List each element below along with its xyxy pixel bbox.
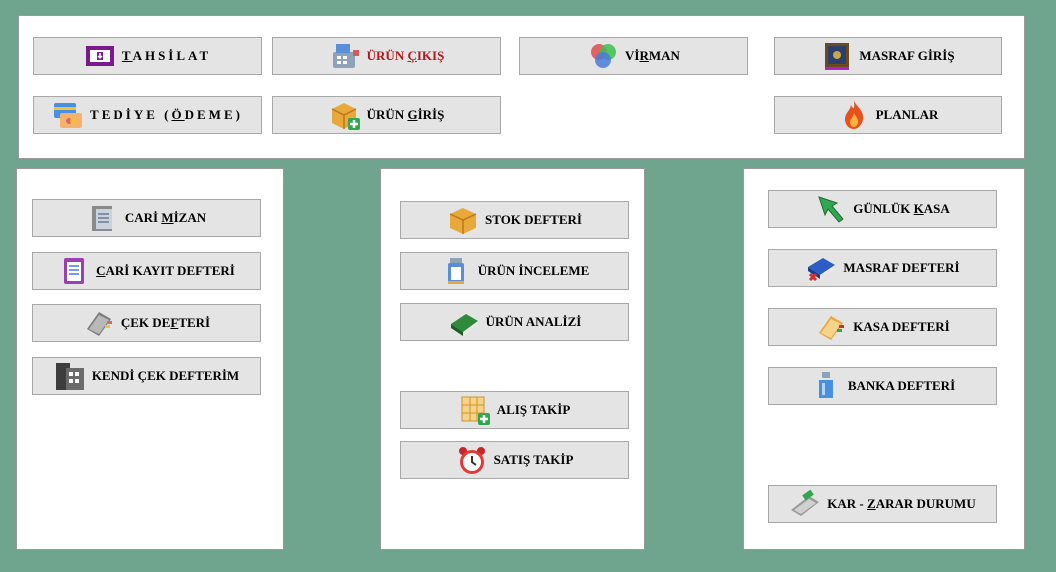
masraf-giris-button[interactable]: MASRAF GİRİŞ bbox=[774, 37, 1002, 75]
register-dark-icon bbox=[54, 360, 86, 392]
masraf-defteri-button[interactable]: MASRAF DEFTERİ bbox=[768, 249, 997, 287]
masraf-defteri-label: MASRAF DEFTERİ bbox=[843, 260, 960, 275]
cari-kayit-defteri-label: CARİ KAYIT DEFTERİ bbox=[96, 263, 235, 278]
urun-analizi-label: ÜRÜN ANALİZİ bbox=[485, 314, 582, 329]
alarm-clock-icon bbox=[456, 444, 488, 476]
cards-icon bbox=[52, 99, 84, 131]
book-blue-icon bbox=[805, 252, 837, 284]
urun-inceleme-button[interactable]: ÜRÜN İNCELEME bbox=[400, 252, 629, 290]
urun-analizi-button[interactable]: ÜRÜN ANALİZİ bbox=[400, 303, 629, 341]
box-icon bbox=[447, 204, 479, 236]
stok-defteri-button[interactable]: STOK DEFTERİ bbox=[400, 201, 629, 239]
virman-label: VİRMAN bbox=[625, 48, 680, 63]
ledger-gray-icon bbox=[87, 202, 119, 234]
kasa-defteri-button[interactable]: KASA DEFTERİ bbox=[768, 308, 997, 346]
urun-giris-label: ÜRÜN GİRİŞ bbox=[366, 107, 445, 122]
planlar-label: PLANLAR bbox=[875, 107, 939, 122]
kendi-cek-defterim-label: KENDİ ÇEK DEFTERİM bbox=[91, 368, 240, 383]
satis-takip-button[interactable]: SATIŞ TAKİP bbox=[400, 441, 629, 479]
tediye-label: TEDİYE (ÖDEME) bbox=[90, 107, 243, 122]
kar-zarar-durumu-button[interactable]: KAR - ZARAR DURUMU bbox=[768, 485, 997, 523]
right-menu-panel: GÜNLÜK KASA MASRAF DEFTERİ KASA DEFTERİ … bbox=[743, 168, 1025, 550]
middle-menu-panel: STOK DEFTERİ ÜRÜN İNCELEME ÜRÜN ANALİZİ … bbox=[380, 168, 645, 550]
safe-icon bbox=[821, 40, 853, 72]
urun-cikis-button[interactable]: ÜRÜN ÇIKIŞ bbox=[272, 37, 501, 75]
cari-mizan-button[interactable]: CARİ MİZAN bbox=[32, 199, 261, 237]
book-yellow-icon bbox=[815, 311, 847, 343]
kasa-defteri-label: KASA DEFTERİ bbox=[853, 319, 950, 334]
urun-inceleme-label: ÜRÜN İNCELEME bbox=[477, 263, 590, 278]
cash-register-icon bbox=[84, 40, 116, 72]
left-menu-panel: CARİ MİZAN CARİ KAYIT DEFTERİ ÇEK DEFTER… bbox=[16, 168, 284, 550]
top-menu-panel: TAHSİLAT ÜRÜN ÇIKIŞ VİRMAN MASRAF GİRİŞ … bbox=[18, 15, 1025, 159]
gunluk-kasa-button[interactable]: GÜNLÜK KASA bbox=[768, 190, 997, 228]
banka-defteri-label: BANKA DEFTERİ bbox=[847, 378, 956, 393]
masraf-giris-label: MASRAF GİRİŞ bbox=[859, 48, 955, 63]
cari-kayit-defteri-button[interactable]: CARİ KAYIT DEFTERİ bbox=[32, 252, 261, 290]
notepad-purple-icon bbox=[58, 255, 90, 287]
bottle-icon bbox=[440, 255, 472, 287]
kendi-cek-defterim-button[interactable]: KENDİ ÇEK DEFTERİM bbox=[32, 357, 261, 395]
grid-add-icon bbox=[459, 394, 491, 426]
arrow-green-icon bbox=[815, 193, 847, 225]
planlar-button[interactable]: PLANLAR bbox=[774, 96, 1002, 134]
tediye-button[interactable]: TEDİYE (ÖDEME) bbox=[33, 96, 262, 134]
banka-defteri-button[interactable]: BANKA DEFTERİ bbox=[768, 367, 997, 405]
virman-button[interactable]: VİRMAN bbox=[519, 37, 748, 75]
kar-zarar-durumu-label: KAR - ZARAR DURUMU bbox=[827, 496, 976, 511]
stok-defteri-label: STOK DEFTERİ bbox=[485, 212, 582, 227]
cek-defteri-button[interactable]: ÇEK DEFTERİ bbox=[32, 304, 261, 342]
box-add-icon bbox=[329, 99, 361, 131]
alis-takip-label: ALIŞ TAKİP bbox=[496, 402, 571, 417]
urun-giris-button[interactable]: ÜRÜN GİRİŞ bbox=[272, 96, 501, 134]
bottle-blue-icon bbox=[810, 370, 842, 402]
satis-takip-label: SATIŞ TAKİP bbox=[493, 452, 574, 467]
cek-defteri-label: ÇEK DEFTERİ bbox=[120, 315, 211, 330]
urun-cikis-label: ÜRÜN ÇIKIŞ bbox=[366, 48, 445, 63]
book-gray-icon bbox=[83, 307, 115, 339]
tahsilat-button[interactable]: TAHSİLAT bbox=[33, 37, 262, 75]
alis-takip-button[interactable]: ALIŞ TAKİP bbox=[400, 391, 629, 429]
cash-machine-icon bbox=[329, 40, 361, 72]
cari-mizan-label: CARİ MİZAN bbox=[124, 210, 207, 225]
flame-icon bbox=[838, 99, 870, 131]
circles-icon bbox=[587, 40, 619, 72]
book-green-icon bbox=[448, 306, 480, 338]
tahsilat-label: TAHSİLAT bbox=[121, 48, 212, 63]
card-reader-icon bbox=[789, 488, 821, 520]
gunluk-kasa-label: GÜNLÜK KASA bbox=[853, 201, 950, 216]
